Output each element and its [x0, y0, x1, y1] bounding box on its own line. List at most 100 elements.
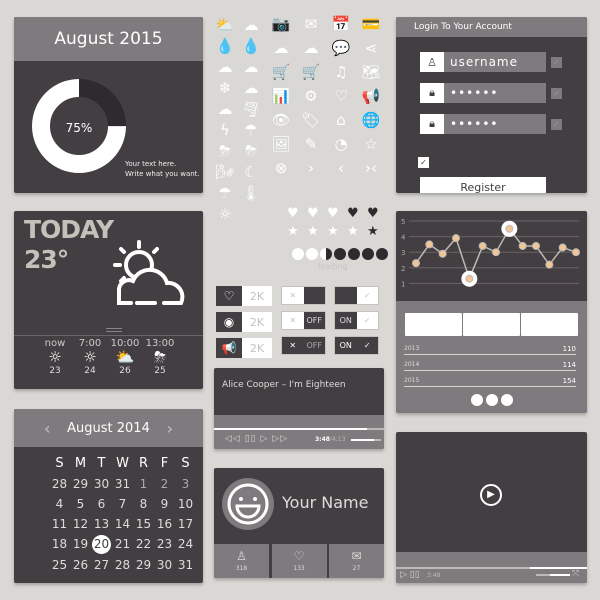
- star-icon[interactable]: ★: [287, 225, 299, 239]
- calendar-day[interactable]: 19: [70, 535, 91, 553]
- calendar-day[interactable]: 3: [175, 475, 196, 493]
- stat-box-2[interactable]: [463, 313, 520, 336]
- music-volume-slider[interactable]: [351, 439, 381, 441]
- ui-icon-4-3[interactable]: 🌐: [360, 109, 382, 131]
- ui-icon-0-1[interactable]: ✉: [300, 13, 322, 35]
- calendar-day[interactable]: 29: [133, 556, 154, 574]
- toggle-switch[interactable]: ✕ OFF: [281, 311, 326, 330]
- data-point[interactable]: [532, 241, 540, 250]
- ui-icon-6-0[interactable]: ⊗: [270, 157, 292, 179]
- profile-stat[interactable]: ♙ 318: [214, 544, 269, 578]
- ui-icon-6-2[interactable]: ‹: [330, 157, 352, 179]
- calendar-day[interactable]: 24: [175, 535, 196, 553]
- data-point[interactable]: [492, 248, 500, 257]
- data-point[interactable]: [412, 259, 420, 268]
- calendar-day[interactable]: 31: [175, 556, 196, 574]
- calendar-day[interactable]: 18: [49, 535, 70, 553]
- ui-icon-5-0[interactable]: 🖼: [270, 133, 292, 155]
- ui-icon-2-0[interactable]: 🛒: [270, 61, 292, 83]
- avatar[interactable]: [222, 478, 274, 530]
- toggle-switch[interactable]: ✕ OFF: [281, 336, 326, 355]
- data-point[interactable]: [572, 248, 580, 257]
- heart-icon[interactable]: ♥: [367, 207, 379, 221]
- calendar-day[interactable]: 11: [49, 515, 70, 533]
- calendar-day[interactable]: 21: [112, 535, 133, 553]
- page-dot-3[interactable]: [501, 394, 513, 406]
- heart-icon[interactable]: ♥: [307, 207, 319, 221]
- calendar-day[interactable]: 7: [112, 495, 133, 513]
- star-icon[interactable]: ★: [367, 225, 379, 239]
- ui-icon-0-3[interactable]: 💳: [360, 13, 382, 35]
- toggle-switch[interactable]: ✕: [281, 286, 326, 305]
- password-valid-check[interactable]: ✓: [551, 88, 562, 99]
- calendar-day[interactable]: 26: [70, 556, 91, 574]
- ui-icon-1-2[interactable]: 💬: [330, 37, 352, 59]
- ui-icon-3-1[interactable]: ⚙: [300, 85, 322, 107]
- profile-stat[interactable]: ✉ 27: [329, 544, 384, 578]
- ui-icon-1-3[interactable]: ⋖: [360, 37, 382, 59]
- ui-icon-4-0[interactable]: 👁: [270, 109, 292, 131]
- data-point[interactable]: [425, 240, 434, 249]
- calendar-day[interactable]: 27: [91, 556, 112, 574]
- data-point[interactable]: [545, 260, 554, 269]
- calendar-day[interactable]: 28: [49, 475, 70, 493]
- remember-checkbox[interactable]: ✓: [418, 157, 429, 168]
- next-month-button[interactable]: ›: [167, 419, 173, 438]
- password-field[interactable]: 🔒︎ ••••••: [420, 83, 546, 103]
- video-progress-bar[interactable]: [396, 567, 587, 569]
- music-progress-bar[interactable]: [214, 428, 384, 430]
- username-input[interactable]: username: [444, 52, 546, 72]
- calendar-day[interactable]: 28: [112, 556, 133, 574]
- calendar-day[interactable]: 13: [91, 515, 112, 533]
- drag-handle[interactable]: [106, 328, 122, 332]
- calendar-day[interactable]: 30: [91, 475, 112, 493]
- video-volume-slider[interactable]: [536, 574, 570, 576]
- username-valid-check[interactable]: ✓: [551, 57, 562, 68]
- calendar-day[interactable]: 22: [133, 535, 154, 553]
- calendar-day[interactable]: 23: [154, 535, 175, 553]
- calendar-day[interactable]: 16: [154, 515, 175, 533]
- ui-icon-5-3[interactable]: ☆: [360, 133, 382, 155]
- username-field[interactable]: ♙ username: [420, 52, 546, 72]
- ui-icon-4-1[interactable]: 🏷: [300, 109, 322, 131]
- calendar-day[interactable]: 29: [70, 475, 91, 493]
- data-point[interactable]: [452, 234, 460, 243]
- ui-icon-5-2[interactable]: ◔: [330, 133, 352, 155]
- data-point[interactable]: [438, 249, 447, 258]
- confirm-password-input[interactable]: ••••••: [444, 114, 546, 134]
- social-counter[interactable]: ◉ 2K: [216, 312, 272, 332]
- heart-icon[interactable]: ♥: [287, 207, 299, 221]
- calendar-day[interactable]: 9: [154, 495, 175, 513]
- star-icon[interactable]: ★: [347, 225, 359, 239]
- calendar-day[interactable]: 2: [154, 475, 175, 493]
- ui-icon-3-0[interactable]: 📊: [270, 85, 292, 107]
- toggle-switch[interactable]: ON ✓: [334, 311, 379, 330]
- register-button[interactable]: Register: [420, 177, 546, 193]
- ui-icon-4-2[interactable]: ⌂: [330, 109, 352, 131]
- star-icon[interactable]: ★: [327, 225, 339, 239]
- calendar-day[interactable]: 14: [112, 515, 133, 533]
- ui-icon-2-1[interactable]: 🛒: [300, 61, 322, 83]
- data-point[interactable]: [478, 241, 487, 250]
- calendar-day[interactable]: 31: [112, 475, 133, 493]
- calendar-day[interactable]: 12: [70, 515, 91, 533]
- heart-icon[interactable]: ♥: [347, 207, 359, 221]
- calendar-day[interactable]: 30: [154, 556, 175, 574]
- confirm-password-field[interactable]: 🔒︎ ••••••: [420, 114, 546, 134]
- ui-icon-0-2[interactable]: 📅: [330, 13, 352, 35]
- profile-stat[interactable]: ♡ 133: [271, 544, 327, 578]
- calendar-day[interactable]: 8: [133, 495, 154, 513]
- ui-icon-3-3[interactable]: 📢: [360, 85, 382, 107]
- ui-icon-0-0[interactable]: 📷: [270, 13, 292, 35]
- data-point[interactable]: [505, 224, 514, 233]
- ui-icon-2-2[interactable]: ♫: [330, 61, 352, 83]
- ui-icon-1-0[interactable]: ☁: [270, 37, 292, 59]
- ui-icon-6-1[interactable]: ›: [300, 157, 322, 179]
- calendar-day[interactable]: 6: [91, 495, 112, 513]
- social-counter[interactable]: ♡ 2K: [216, 286, 272, 306]
- play-icon[interactable]: ▶: [480, 484, 502, 506]
- heart-icon[interactable]: ♥: [327, 207, 339, 221]
- stat-box-1[interactable]: [405, 313, 462, 336]
- calendar-day[interactable]: 10: [175, 495, 196, 513]
- calendar-day[interactable]: 15: [133, 515, 154, 533]
